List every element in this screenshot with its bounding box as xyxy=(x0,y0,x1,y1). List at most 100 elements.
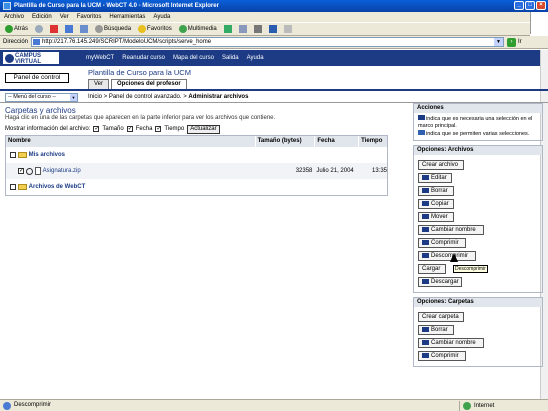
single-select-icon xyxy=(422,252,429,258)
back-button[interactable]: Atrás xyxy=(3,23,30,35)
home-icon xyxy=(80,25,89,33)
address-dropdown-icon[interactable]: ▼ xyxy=(494,38,504,46)
folder-rename-button[interactable]: Cambiar nombre xyxy=(418,338,484,348)
download-button[interactable]: Descargar xyxy=(418,277,462,287)
window-controls: _ □ × xyxy=(514,1,546,10)
history-button[interactable] xyxy=(222,23,234,35)
page-status-icon xyxy=(3,402,11,410)
show-info-label: Mostrar información del archivo: xyxy=(5,126,91,132)
browser-toolbar: Atrás Búsqueda Favoritos Multimedia xyxy=(0,22,530,36)
stop-button[interactable] xyxy=(48,23,60,35)
multi-select-icon xyxy=(422,352,429,358)
discuss-icon xyxy=(283,25,292,33)
copy-button[interactable]: Copiar xyxy=(418,199,454,209)
rename-button[interactable]: Cambiar nombre xyxy=(418,225,484,235)
menu-bar: Archivo Edición Ver Favoritos Herramient… xyxy=(0,12,548,22)
delete-button[interactable]: Borrar xyxy=(418,186,454,196)
breadcrumb-path[interactable]: Inicio > Panel de control avanzado. > xyxy=(88,94,188,100)
tab-ver[interactable]: Ver xyxy=(88,79,110,89)
nav-ayuda[interactable]: Ayuda xyxy=(247,50,264,66)
multi-select-icon xyxy=(422,213,429,219)
search-button[interactable]: Búsqueda xyxy=(93,23,133,35)
file-options-heading: Opciones: Archivos xyxy=(414,146,542,155)
address-bar: Dirección http://217.76.145.249/SCRIPT/M… xyxy=(0,36,548,49)
edit-button[interactable]: Editar xyxy=(418,173,452,183)
folder-delete-button[interactable]: Borrar xyxy=(418,325,454,335)
course-title: Plantilla de Curso para la UCM xyxy=(88,68,191,77)
table-row: Mis archivos xyxy=(6,147,387,163)
size-checkbox[interactable] xyxy=(93,125,99,132)
nav-mapa-del-curso[interactable]: Mapa del curso xyxy=(173,50,214,66)
window-title-bar: Plantilla de Curso para la UCM - WebCT 4… xyxy=(0,0,548,12)
home-button[interactable] xyxy=(78,23,90,35)
decompress-button[interactable]: Descomprimir xyxy=(418,251,476,261)
mouse-cursor-icon xyxy=(450,253,458,262)
multi-select-icon xyxy=(422,187,429,193)
print-button[interactable] xyxy=(252,23,264,35)
close-button[interactable]: × xyxy=(536,1,546,10)
tab-opciones-profesor[interactable]: Opciones del profesor xyxy=(111,79,187,89)
mail-icon xyxy=(238,25,247,33)
date-checkbox[interactable] xyxy=(126,125,133,132)
breadcrumb-current: Administrar archivos xyxy=(188,94,249,100)
multimedia-button[interactable]: Multimedia xyxy=(177,23,219,35)
forward-button[interactable] xyxy=(33,23,45,35)
folder-compress-button[interactable]: Comprimir xyxy=(418,351,466,361)
menu-favoritos[interactable]: Favoritos xyxy=(77,12,102,22)
course-menu-select[interactable]: -- Menú del curso -- ▼ xyxy=(5,93,78,102)
address-url: http://217.76.145.249/SCRIPT/ModeloUCM/s… xyxy=(42,39,212,45)
search-icon xyxy=(95,25,104,33)
row-checkbox[interactable] xyxy=(18,167,24,174)
nav-mywebct[interactable]: myWebCT xyxy=(86,50,114,66)
address-input[interactable]: http://217.76.145.249/SCRIPT/ModeloUCM/s… xyxy=(31,37,505,47)
single-select-icon xyxy=(422,278,429,284)
campus-virtual-logo: CAMPUS VIRTUAL xyxy=(2,51,60,65)
row-checkbox[interactable] xyxy=(10,152,16,158)
preview-icon[interactable] xyxy=(25,167,33,175)
col-name: Nombre xyxy=(8,138,31,144)
file-info-options: Mostrar información del archivo: Tamaño … xyxy=(5,124,220,134)
status-text: Descomprimir xyxy=(14,402,52,408)
actions-panel: Acciones indica que es necesaria una sel… xyxy=(413,103,543,371)
back-arrow-icon xyxy=(5,25,13,33)
create-folder-button[interactable]: Crear carpeta xyxy=(418,312,464,322)
maximize-button[interactable]: □ xyxy=(525,1,535,10)
minimize-button[interactable]: _ xyxy=(514,1,524,10)
nav-salida[interactable]: Salida xyxy=(222,50,239,66)
row-checkbox[interactable] xyxy=(10,184,16,190)
file-link[interactable]: Asignatura.zip xyxy=(43,168,81,174)
folder-link[interactable]: Mis archivos xyxy=(29,152,65,158)
menu-edicion[interactable]: Edición xyxy=(32,12,52,22)
page-help-text: Haga clic en una de las carpetas que apa… xyxy=(5,115,276,121)
mail-button[interactable] xyxy=(237,23,249,35)
create-file-button[interactable]: Crear archivo xyxy=(418,160,464,170)
edit-button[interactable] xyxy=(267,23,279,35)
favorites-button[interactable]: Favoritos xyxy=(136,23,174,35)
page-icon xyxy=(33,39,41,45)
status-bar: Descomprimir Internet xyxy=(0,399,548,411)
go-arrow-icon: › xyxy=(507,37,517,47)
menu-herramientas[interactable]: Herramientas xyxy=(109,12,145,22)
globe-icon xyxy=(463,402,471,410)
time-checkbox[interactable] xyxy=(155,125,161,132)
folder-icon xyxy=(17,184,27,190)
upload-button[interactable]: Cargar xyxy=(418,264,446,274)
chevron-down-icon: ▼ xyxy=(70,94,77,101)
update-button[interactable]: Actualizar xyxy=(187,124,220,134)
legend-multi: indica que se permiten varias seleccione… xyxy=(418,130,538,138)
move-button[interactable]: Mover xyxy=(418,212,454,222)
compress-button[interactable]: Comprimir xyxy=(418,238,466,248)
table-row: Archivos de WebCT xyxy=(6,179,387,195)
windows-logo xyxy=(530,12,548,34)
refresh-button[interactable] xyxy=(63,23,75,35)
folder-options-section: Opciones: Carpetas Crear carpeta Borrar … xyxy=(413,297,543,367)
discuss-button[interactable] xyxy=(282,23,294,35)
menu-ver[interactable]: Ver xyxy=(60,12,69,22)
control-panel-button[interactable]: Panel de control xyxy=(5,73,69,83)
menu-ayuda[interactable]: Ayuda xyxy=(153,12,170,22)
go-button[interactable]: › Ir xyxy=(507,37,522,47)
folder-link[interactable]: Archivos de WebCT xyxy=(29,184,86,190)
nav-reanudar-curso[interactable]: Reanudar curso xyxy=(122,50,165,66)
breadcrumb: Inicio > Panel de control avanzado. > Ad… xyxy=(88,93,248,102)
menu-archivo[interactable]: Archivo xyxy=(4,12,24,22)
